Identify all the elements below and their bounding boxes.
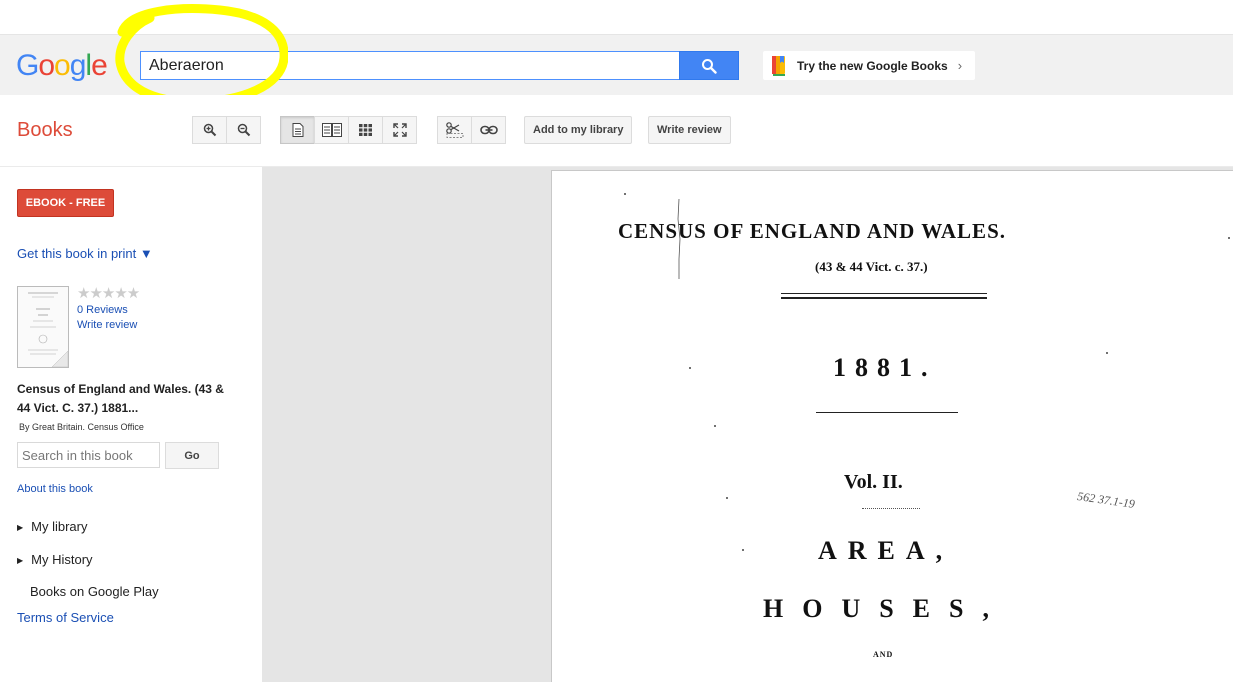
search-button[interactable] (679, 51, 739, 80)
thumbnails-icon (359, 124, 372, 136)
view-mode-group (280, 116, 417, 144)
page-speck (1228, 237, 1230, 239)
page-speck (742, 549, 744, 551)
clip-icon (445, 122, 463, 138)
logo-letter: g (69, 49, 87, 82)
book-cover-thumbnail[interactable] (17, 286, 69, 368)
search-input[interactable] (141, 52, 679, 79)
write-review-button[interactable]: Write review (648, 116, 731, 144)
google-logo[interactable]: Google (16, 49, 108, 83)
get-book-in-print-link[interactable]: Get this book in print ▼ (17, 246, 153, 261)
my-library-link[interactable]: ▶ My library (17, 519, 88, 534)
go-button[interactable]: Go (165, 442, 219, 469)
google-books-icon (772, 55, 785, 76)
about-this-book-link[interactable]: About this book (17, 483, 93, 495)
my-history-link[interactable]: ▶ My History (17, 552, 93, 567)
page-area-text: AREA, (818, 536, 954, 565)
page-and-text: AND (873, 650, 894, 659)
my-history-label: My History (31, 552, 93, 567)
zoom-out-icon (237, 123, 250, 137)
books-toolbar: Books Add to my library Write review (0, 95, 1233, 167)
two-page-icon (321, 123, 342, 137)
reviews-link[interactable]: 0 Reviews (77, 304, 128, 316)
zoom-out-button[interactable] (226, 116, 261, 144)
page-subtitle-text: (43 & 44 Vict. c. 37.) (815, 259, 928, 274)
fullscreen-button[interactable] (382, 116, 417, 144)
logo-letter: e (91, 49, 108, 82)
two-page-view-button[interactable] (314, 116, 349, 144)
fullscreen-icon (392, 123, 407, 137)
page-speck (624, 193, 626, 195)
page-speck (726, 497, 728, 499)
book-author: By Great Britain. Census Office (19, 422, 144, 432)
book-title: Census of England and Wales. (43 & 44 Vi… (17, 382, 224, 415)
book-page[interactable]: CENSUS OF ENGLAND AND WALES. (43 & 44 Vi… (551, 170, 1233, 682)
page-speck (689, 367, 691, 369)
write-review-link[interactable]: Write review (77, 319, 137, 331)
search-box[interactable] (140, 51, 680, 80)
divider (781, 297, 987, 299)
page-speck (1106, 352, 1108, 354)
zoom-group (192, 116, 261, 144)
books-on-google-play-link[interactable]: Books on Google Play (30, 584, 159, 599)
triangle-right-icon: ▶ (17, 556, 24, 565)
triangle-right-icon: ▶ (17, 523, 24, 532)
page-volume-text: Vol. II. (844, 471, 903, 493)
terms-of-service-link[interactable]: Terms of Service (17, 610, 114, 625)
page-scratch-mark (677, 199, 681, 279)
logo-letter: o (54, 49, 71, 82)
page-year-text: 1881. (833, 353, 937, 382)
add-to-library-button[interactable]: Add to my library (524, 116, 633, 144)
thumbnail-view-button[interactable] (348, 116, 383, 144)
clip-link-group (437, 116, 506, 144)
logo-letter: o (38, 49, 55, 82)
search-in-book-input[interactable] (17, 442, 160, 468)
my-library-label: My library (31, 519, 88, 534)
try-new-google-books-label: Try the new Google Books (797, 58, 948, 73)
link-icon (479, 125, 498, 135)
logo-letter: G (16, 49, 39, 82)
page-speck (714, 425, 716, 427)
try-new-google-books-button[interactable]: Try the new Google Books › (763, 51, 975, 80)
handwritten-note: 562 37.1-19 (1076, 489, 1136, 511)
book-info-sidebar: EBOOK - FREE Get this book in print ▼ ★★… (0, 167, 262, 682)
page-houses-text: HOUSES, (763, 594, 1008, 623)
divider (816, 412, 958, 413)
books-title[interactable]: Books (17, 119, 73, 142)
rating-stars[interactable]: ★★★★★ (77, 284, 140, 302)
chevron-right-icon: › (957, 58, 963, 73)
search-icon (702, 58, 717, 74)
link-button[interactable] (471, 116, 506, 144)
single-page-view-button[interactable] (280, 116, 315, 144)
zoom-in-icon (203, 123, 216, 137)
divider (862, 508, 920, 509)
zoom-in-button[interactable] (192, 116, 227, 144)
divider (781, 293, 987, 294)
single-page-icon (292, 123, 303, 137)
clip-button[interactable] (437, 116, 472, 144)
top-search-bar: Google Try the new Google Books › (0, 34, 1233, 95)
ebook-free-button[interactable]: EBOOK - FREE (17, 189, 114, 217)
